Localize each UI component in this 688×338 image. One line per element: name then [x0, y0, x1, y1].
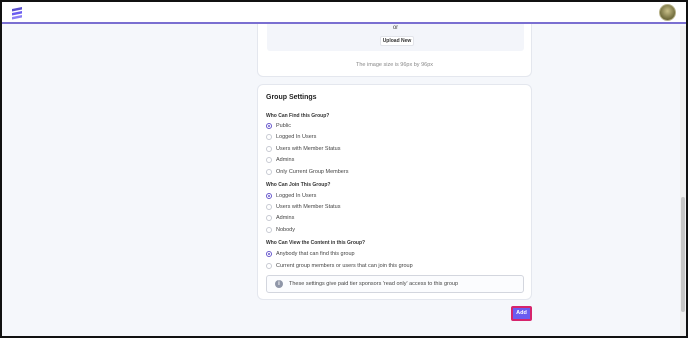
- option-label: Admins: [276, 215, 295, 221]
- top-navigation-bar: [2, 2, 686, 24]
- add-button[interactable]: Add: [511, 306, 532, 321]
- join-option-admins[interactable]: Admins: [266, 214, 294, 222]
- option-label: Nobody: [276, 227, 295, 233]
- find-option-public[interactable]: Public: [266, 122, 291, 130]
- find-option-member-status[interactable]: Users with Member Status: [266, 145, 341, 153]
- image-upload-card: or Upload New The image size is 96px by …: [257, 24, 532, 77]
- radio-icon[interactable]: [266, 204, 272, 210]
- radio-icon[interactable]: [266, 146, 272, 152]
- option-label: Logged In Users: [276, 134, 317, 140]
- who-can-join-label: Who Can Join This Group?: [266, 182, 331, 188]
- radio-checked-icon[interactable]: [266, 123, 272, 129]
- option-label: Anybody that can find this group: [276, 251, 355, 257]
- group-settings-card: Group Settings Who Can Find this Group? …: [257, 84, 532, 300]
- radio-checked-icon[interactable]: [266, 193, 272, 199]
- find-option-current-members[interactable]: Only Current Group Members: [266, 168, 348, 176]
- or-separator: or: [392, 25, 399, 31]
- who-can-find-label: Who Can Find this Group?: [266, 113, 330, 119]
- who-can-view-label: Who Can View the Content in this Group?: [266, 240, 366, 246]
- radio-icon[interactable]: [266, 227, 272, 233]
- join-option-logged-in[interactable]: Logged In Users: [266, 192, 316, 200]
- info-icon: i: [275, 280, 283, 288]
- option-label: Public: [276, 123, 291, 129]
- radio-icon[interactable]: [266, 263, 272, 269]
- find-option-logged-in[interactable]: Logged In Users: [266, 133, 316, 141]
- image-dropzone[interactable]: or Upload New: [267, 24, 524, 51]
- join-option-member-status[interactable]: Users with Member Status: [266, 203, 341, 211]
- find-option-admins[interactable]: Admins: [266, 156, 294, 164]
- info-notice: i These settings give paid tier sponsors…: [266, 275, 524, 293]
- section-title: Group Settings: [266, 94, 317, 101]
- user-avatar[interactable]: [659, 4, 676, 21]
- option-label: Users with Member Status: [276, 204, 341, 210]
- radio-icon[interactable]: [266, 169, 272, 175]
- view-option-members-or-joiners[interactable]: Current group members or users that can …: [266, 262, 413, 270]
- join-option-nobody[interactable]: Nobody: [266, 226, 295, 234]
- radio-checked-icon[interactable]: [266, 251, 272, 257]
- option-label: Users with Member Status: [276, 146, 341, 152]
- option-label: Logged In Users: [276, 193, 317, 199]
- radio-icon[interactable]: [266, 157, 272, 163]
- option-label: Current group members or users that can …: [276, 263, 413, 269]
- radio-icon[interactable]: [266, 134, 272, 140]
- radio-icon[interactable]: [266, 215, 272, 221]
- info-text: These settings give paid tier sponsors '…: [289, 281, 459, 287]
- app-logo-icon[interactable]: [10, 6, 24, 20]
- image-size-note: The image size is 96px by 96px: [355, 62, 434, 68]
- upload-new-button[interactable]: Upload New: [380, 36, 414, 46]
- view-option-anybody[interactable]: Anybody that can find this group: [266, 250, 355, 258]
- option-label: Only Current Group Members: [276, 169, 349, 175]
- option-label: Admins: [276, 157, 295, 163]
- scrollbar-thumb[interactable]: [681, 197, 685, 312]
